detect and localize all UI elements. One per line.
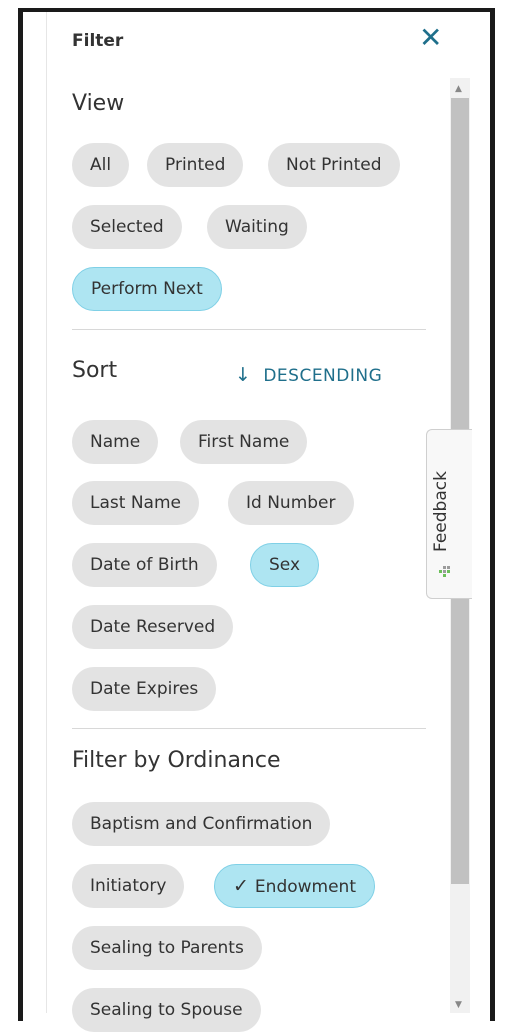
ordinance-chip-sealing-spouse[interactable]: Sealing to Spouse: [72, 988, 261, 1032]
sort-heading: Sort: [72, 358, 118, 383]
ordinance-heading: Filter by Ordinance: [72, 748, 281, 773]
sort-chip-last-name[interactable]: Last Name: [72, 481, 199, 525]
sort-direction-label: DESCENDING: [263, 366, 383, 386]
ordinance-chip-initiatory[interactable]: Initiatory: [72, 864, 185, 908]
check-icon: ✓: [233, 875, 249, 897]
arrow-down-icon: ↓: [235, 364, 252, 386]
view-chip-waiting[interactable]: Waiting: [207, 205, 307, 249]
view-heading: View: [72, 91, 125, 116]
close-icon[interactable]: ✕: [419, 24, 442, 52]
feedback-tab[interactable]: Feedback: [426, 429, 472, 599]
view-chip-printed[interactable]: Printed: [147, 143, 244, 187]
view-chip-all[interactable]: All: [72, 143, 130, 187]
ordinance-chip-endowment-label: Endowment: [254, 877, 356, 897]
sort-chip-date-reserved[interactable]: Date Reserved: [72, 605, 234, 649]
panel-left-border: [46, 12, 47, 1013]
divider: [72, 329, 426, 330]
view-chip-selected[interactable]: Selected: [72, 205, 182, 249]
view-chip-not-printed[interactable]: Not Printed: [268, 143, 400, 187]
sort-chip-sex[interactable]: Sex: [250, 543, 320, 587]
sort-direction-toggle[interactable]: ↓ DESCENDING: [235, 364, 382, 386]
ordinance-chip-endowment[interactable]: ✓ Endowment: [214, 864, 375, 908]
scroll-up-arrow-icon[interactable]: ▲: [455, 84, 462, 94]
divider: [72, 728, 426, 729]
sort-chip-name[interactable]: Name: [72, 420, 159, 464]
feedback-label: Feedback: [431, 471, 451, 552]
panel-title: Filter: [72, 31, 124, 51]
ordinance-chip-baptism[interactable]: Baptism and Confirmation: [72, 802, 331, 846]
sort-chip-date-of-birth[interactable]: Date of Birth: [72, 543, 217, 587]
ordinance-chip-sealing-parents[interactable]: Sealing to Parents: [72, 926, 262, 970]
sort-chip-date-expires[interactable]: Date Expires: [72, 667, 217, 711]
feedback-icon: [439, 566, 450, 577]
scroll-down-arrow-icon[interactable]: ▼: [455, 1000, 462, 1010]
sort-chip-first-name[interactable]: First Name: [180, 420, 308, 464]
sort-chip-id-number[interactable]: Id Number: [228, 481, 354, 525]
view-chip-perform-next[interactable]: Perform Next: [72, 267, 222, 311]
